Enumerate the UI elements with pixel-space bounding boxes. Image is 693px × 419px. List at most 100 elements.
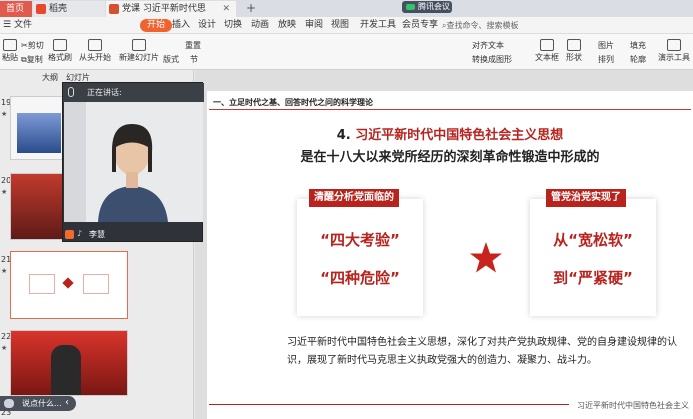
new-slide-icon: [132, 39, 146, 51]
meeting-icon: [406, 4, 415, 10]
meeting-indicator[interactable]: 腾讯会议: [402, 1, 452, 13]
microphone-icon: [68, 87, 74, 97]
tab-home[interactable]: 首页: [0, 1, 32, 17]
from-start-label: 从头开始: [79, 53, 111, 62]
menu-member[interactable]: 会员专享: [402, 19, 438, 32]
close-icon[interactable]: ✕: [222, 1, 230, 17]
align-text-button[interactable]: 对齐文本: [472, 40, 504, 51]
collapse-arrow-icon[interactable]: ‹: [65, 397, 69, 408]
presenter-tools-button[interactable]: 演示工具: [657, 39, 691, 63]
paste-label: 粘贴: [2, 53, 18, 62]
menu-transition[interactable]: 切换: [224, 19, 242, 32]
picture-label: 图片: [598, 41, 614, 50]
layout-button[interactable]: 版式: [163, 54, 179, 65]
right-card-line1: 从“宽松软”: [553, 231, 633, 249]
thumb-box-right: [83, 274, 109, 294]
video-header: 正在讲话:: [63, 83, 204, 102]
thumb-photo: [51, 345, 81, 395]
animation-star-icon: ★: [1, 110, 8, 118]
speaking-label: 正在讲话:: [87, 88, 122, 97]
cut-button[interactable]: ✂剪切: [21, 40, 44, 51]
left-card-line2: “四种危险”: [320, 269, 400, 287]
menu-start[interactable]: 开始: [140, 19, 173, 32]
menu-review[interactable]: 审阅: [305, 19, 323, 32]
cut-label: 剪切: [27, 41, 44, 50]
slide-footer: 习近平新时代中国特色社会主义: [577, 401, 689, 410]
convert-smartart-label: 转换成图形: [472, 55, 512, 64]
title-number: 4.: [336, 128, 351, 143]
slide-thumbnail-22[interactable]: [10, 330, 128, 396]
menu-view[interactable]: 视图: [331, 19, 349, 32]
video-feed: [64, 102, 203, 222]
current-slide[interactable]: 一、立足时代之基、回答时代之问的科学理论 4. 习近平新时代中国特色社会主义思想…: [207, 91, 693, 419]
new-slide-label: 新建幻灯片: [119, 53, 159, 62]
arrange-button[interactable]: 排列: [598, 54, 614, 65]
presenter-label: 演示工具: [658, 53, 690, 62]
shape-button[interactable]: 形状: [563, 39, 585, 63]
format-painter-button[interactable]: 格式刷: [48, 39, 72, 63]
thumb-photo: [11, 174, 63, 239]
convert-smartart-button[interactable]: 转换成图形: [472, 54, 512, 65]
copy-button[interactable]: ⧉复制: [21, 54, 43, 65]
menu-file[interactable]: 文件: [14, 19, 32, 32]
tab-outline[interactable]: 大纲: [42, 72, 58, 83]
title-bar: 首页 稻壳 党课 习近平新时代思想.pptx✕ + 腾讯会议: [0, 0, 693, 30]
right-card: 管党治党实现了 从“宽松软” 到“严紧硬”: [530, 189, 656, 316]
section-button[interactable]: 节: [190, 54, 198, 65]
daoke-icon: [36, 4, 46, 14]
command-search-label: 查找命令、搜索模板: [446, 21, 519, 30]
meeting-video-window[interactable]: 正在讲话: ♪ 李慧: [62, 82, 204, 242]
scissors-icon: ✂: [21, 41, 28, 50]
left-card-line1: “四大考验”: [320, 231, 400, 249]
menu-insert[interactable]: 插入: [172, 19, 190, 32]
left-card: 清醒分析党面临的 “四大考验” “四种危险”: [297, 189, 423, 316]
new-tab-button[interactable]: +: [246, 1, 256, 15]
section-heading: 一、立足时代之基、回答时代之问的科学理论: [213, 98, 373, 107]
paste-button[interactable]: 粘贴: [0, 39, 20, 63]
tab-daoke[interactable]: 稻壳: [33, 1, 105, 17]
chat-placeholder: 说点什么...: [22, 399, 62, 408]
ribbon-toolbar: 粘贴 ✂剪切 ⧉复制 格式刷 从头开始 新建幻灯片 版式 重置 节 B I U …: [0, 34, 693, 97]
tab-document[interactable]: 党课 习近平新时代思想.pptx✕: [106, 1, 236, 30]
from-start-button[interactable]: 从头开始: [78, 39, 112, 63]
tab-daoke-label: 稻壳: [49, 4, 68, 14]
textbox-button[interactable]: 文本框: [534, 39, 560, 63]
avatar: [65, 230, 74, 239]
right-card-label: 管党治党实现了: [546, 189, 626, 207]
slide-title-line1: 4. 习近平新时代中国特色社会主义思想: [207, 124, 693, 143]
thumb-star-mark: [62, 277, 74, 289]
reset-label: 重置: [185, 41, 201, 50]
slide-thumbnail-21[interactable]: [10, 251, 128, 319]
format-painter-label: 格式刷: [48, 53, 72, 62]
tab-home-label: 首页: [6, 4, 25, 14]
app-window: 首页 稻壳 党课 习近平新时代思想.pptx✕ + 腾讯会议 ☰ 文件 开始 插…: [0, 0, 693, 419]
play-icon: [88, 39, 102, 51]
menu-devtools[interactable]: 开发工具: [360, 19, 396, 32]
slide-title-line2: 是在十八大以来党所经历的深刻革命性锻造中形成的: [300, 150, 600, 165]
new-slide-button[interactable]: 新建幻灯片: [119, 39, 159, 63]
right-card-line2: 到“严紧硬”: [553, 269, 633, 287]
section-label: 节: [190, 55, 198, 64]
star-icon: [470, 242, 502, 273]
hamburger-icon[interactable]: ☰: [3, 19, 11, 32]
fill-label: 填充: [630, 41, 646, 50]
fill-button[interactable]: 填充: [630, 40, 646, 51]
participant-name: 李慧: [89, 230, 105, 239]
chat-input-bar[interactable]: 说点什么... ‹: [0, 396, 76, 411]
outline-button[interactable]: 轮廓: [630, 54, 646, 65]
menu-design[interactable]: 设计: [198, 19, 216, 32]
menu-slideshow[interactable]: 放映: [278, 19, 296, 32]
arrange-label: 排列: [598, 55, 614, 64]
menu-animation[interactable]: 动画: [251, 19, 269, 32]
presenter-icon: [667, 39, 681, 51]
picture-button[interactable]: 图片: [598, 40, 614, 51]
slide-paragraph: 习近平新时代中国特色社会主义思想，深化了对共产党执政规律、党的自身建设规律的认识…: [287, 337, 677, 366]
command-search[interactable]: ⌕查找命令、搜索模板: [442, 20, 518, 31]
left-card-label: 清醒分析党面临的: [309, 189, 399, 207]
mic-status-icon: ♪: [77, 229, 83, 238]
textbox-icon: [540, 39, 554, 51]
reset-button[interactable]: 重置: [185, 40, 201, 51]
animation-star-icon: ★: [1, 267, 8, 275]
textbox-label: 文本框: [535, 53, 559, 62]
heading-rule: [209, 109, 691, 110]
